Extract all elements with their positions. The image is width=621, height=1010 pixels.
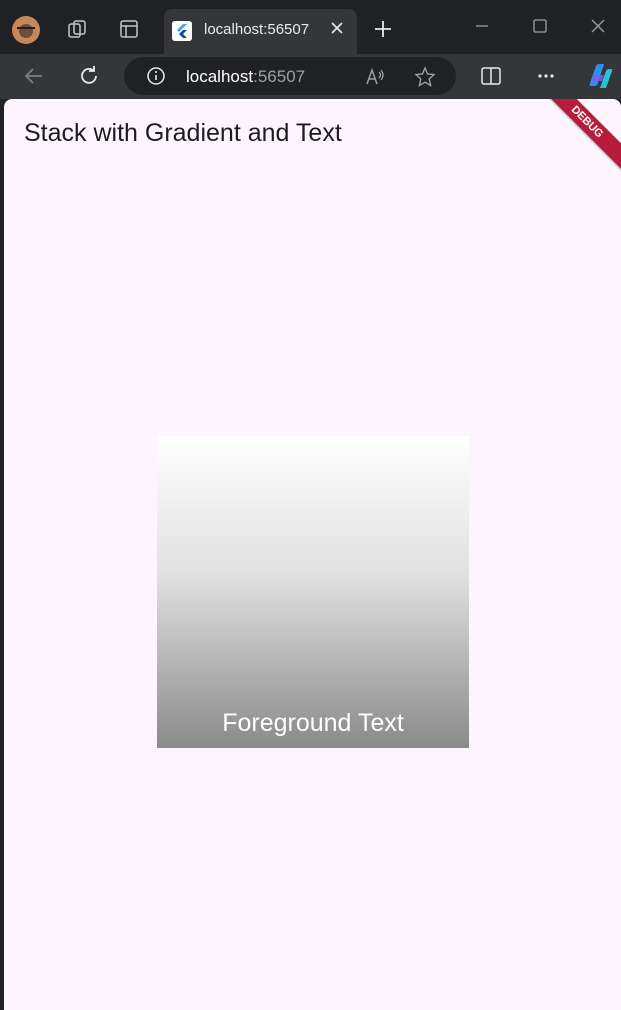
split-screen-icon[interactable] xyxy=(479,64,503,88)
tab-actions-icon[interactable] xyxy=(118,18,140,40)
minimize-icon[interactable] xyxy=(472,16,492,36)
address-url: localhost:56507 xyxy=(186,67,305,87)
close-tab-icon[interactable] xyxy=(328,19,346,37)
address-host: localhost xyxy=(186,67,254,86)
back-arrow-icon[interactable] xyxy=(21,63,47,89)
tab-title: localhost:56507 xyxy=(204,21,310,38)
refresh-icon[interactable] xyxy=(76,63,102,89)
workspaces-icon[interactable] xyxy=(66,18,88,40)
more-options-icon[interactable] xyxy=(534,64,558,88)
copilot-icon[interactable] xyxy=(584,61,614,91)
address-port: :56507 xyxy=(253,67,306,86)
profile-avatar[interactable] xyxy=(12,16,40,44)
app-viewport: Stack with Gradient and Text DEBUG Foreg… xyxy=(4,99,621,1010)
flutter-icon xyxy=(172,21,192,41)
browser-tab-strip: localhost:56507 xyxy=(0,0,621,54)
foreground-text: Foreground Text xyxy=(222,709,404,737)
read-aloud-icon[interactable] xyxy=(364,66,386,88)
favorite-star-icon[interactable] xyxy=(414,66,436,88)
new-tab-icon[interactable] xyxy=(372,18,394,40)
gradient-container: Foreground Text xyxy=(157,436,469,748)
browser-toolbar: localhost:56507 xyxy=(0,54,621,99)
close-window-icon[interactable] xyxy=(588,16,608,36)
page-title: Stack with Gradient and Text xyxy=(24,119,342,147)
active-tab[interactable]: localhost:56507 xyxy=(164,9,357,54)
debug-banner: DEBUG xyxy=(531,99,621,178)
site-info-icon[interactable] xyxy=(146,66,166,86)
maximize-icon[interactable] xyxy=(530,16,550,36)
address-bar[interactable]: localhost:56507 xyxy=(124,57,456,95)
avatar-glasses xyxy=(17,27,35,31)
